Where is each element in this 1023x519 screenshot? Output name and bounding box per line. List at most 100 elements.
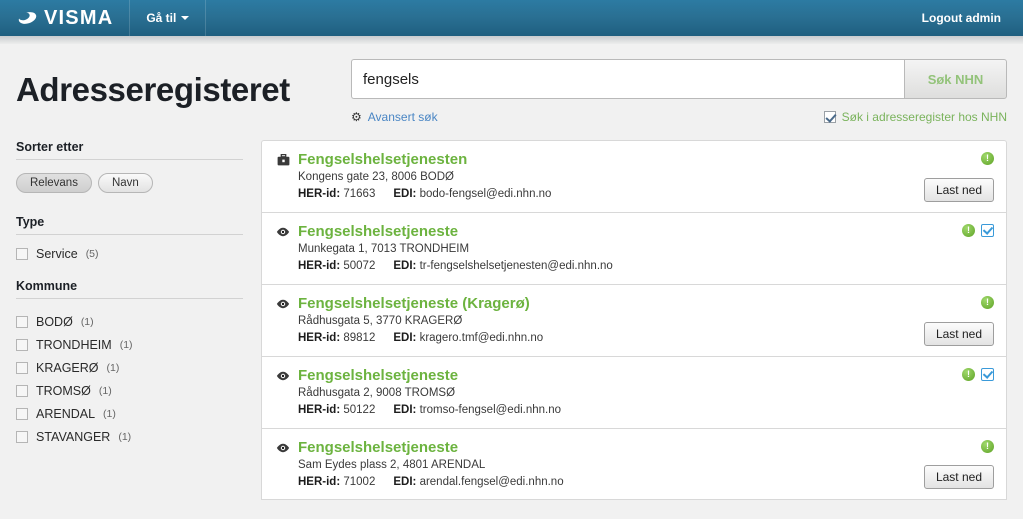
result-title-row: Fengselshelsetjenesten (276, 151, 992, 168)
result-meta: HER-id: 71002 EDI: arendal.fengsel@edi.n… (298, 476, 992, 488)
visma-logo[interactable]: VISMA (0, 0, 131, 36)
result-address: Rådhusgata 5, 3770 KRAGERØ (298, 315, 463, 327)
result-card[interactable]: Fengselshelsetjeneste Rådhusgata 2, 9008… (261, 356, 1007, 428)
edi-value: arendal.fengsel@edi.nhn.no (419, 476, 564, 488)
result-meta: HER-id: 50122 EDI: tromso-fengsel@edi.nh… (298, 404, 992, 416)
result-title-link[interactable]: Fengselshelsetjeneste (Kragerø) (298, 295, 530, 312)
type-facet-list: Service (5) (16, 247, 243, 261)
eye-icon (276, 297, 290, 311)
edi-label: EDI: (393, 332, 417, 344)
warning-badge-icon: ! (962, 368, 975, 381)
warning-badge-icon: ! (981, 296, 994, 309)
result-card[interactable]: Fengselshelsetjeneste (Kragerø) Rådhusga… (261, 284, 1007, 356)
visma-swoosh-icon (18, 10, 37, 26)
result-badges: ! (981, 440, 994, 453)
checkbox-icon (16, 362, 28, 374)
facet-item-arendal[interactable]: ARENDAL (1) (16, 407, 243, 421)
eye-icon (276, 225, 290, 239)
her-id-value: 71663 (343, 188, 376, 200)
checkbox-icon (16, 248, 28, 260)
result-address: Munkegata 1, 7013 TRONDHEIM (298, 243, 470, 255)
search-results-list: Fengselshelsetjenesten Kongens gate 23, … (261, 140, 1007, 500)
result-title-row: Fengselshelsetjeneste (276, 367, 992, 384)
result-title-link[interactable]: Fengselshelsetjeneste (298, 223, 458, 240)
logout-button[interactable]: Logout admin (900, 11, 1023, 25)
sort-options: Relevans Navn (16, 173, 243, 193)
visma-wordmark: VISMA (44, 7, 114, 29)
her-id-value: 50072 (343, 260, 376, 272)
result-address: Kongens gate 23, 8006 BODØ (298, 171, 454, 183)
result-meta: HER-id: 89812 EDI: kragero.tmf@edi.nhn.n… (298, 332, 992, 344)
edi-label: EDI: (393, 260, 417, 272)
edi-label: EDI: (393, 188, 417, 200)
facet-label: TROMSØ (36, 384, 91, 398)
warning-badge-icon: ! (981, 440, 994, 453)
edi-label: EDI: (393, 476, 417, 488)
facet-item-kragero[interactable]: KRAGERØ (1) (16, 361, 243, 375)
facet-item-tromso[interactable]: TROMSØ (1) (16, 384, 243, 398)
result-title-link[interactable]: Fengselshelsetjeneste (298, 367, 458, 384)
sort-option-navn[interactable]: Navn (97, 173, 153, 193)
edi-value: kragero.tmf@edi.nhn.no (419, 332, 544, 344)
kommune-section-title: Kommune (16, 279, 243, 299)
search-nhn-button[interactable]: Søk NHN (904, 59, 1007, 99)
facet-label: KRAGERØ (36, 361, 99, 375)
facet-item-service[interactable]: Service (5) (16, 247, 243, 261)
eye-icon (276, 441, 290, 455)
result-badges: ! (981, 296, 994, 309)
facet-item-stavanger[interactable]: STAVANGER (1) (16, 430, 243, 444)
facet-label: ARENDAL (36, 407, 96, 421)
her-id-value: 89812 (343, 332, 376, 344)
facet-count: (1) (118, 431, 132, 443)
result-title-row: Fengselshelsetjeneste (276, 223, 992, 240)
result-title-row: Fengselshelsetjeneste (276, 439, 992, 456)
verified-check-badge-icon (981, 368, 994, 381)
header-row: Adresseregisteret Søk NHN ⚙ Avansert søk… (16, 37, 1007, 126)
content-area: Sorter etter Relevans Navn Type Service … (16, 140, 1007, 500)
her-id-value: 71002 (343, 476, 376, 488)
facet-item-trondheim[interactable]: TRONDHEIM (1) (16, 338, 243, 352)
download-button[interactable]: Last ned (923, 322, 994, 346)
edi-value: tromso-fengsel@edi.nhn.no (419, 404, 562, 416)
download-button[interactable]: Last ned (923, 178, 994, 202)
her-id-value: 50122 (343, 404, 376, 416)
facet-item-bodo[interactable]: BODØ (1) (16, 315, 243, 329)
advanced-search-label: Avansert søk (367, 110, 438, 124)
sort-section-title: Sorter etter (16, 140, 243, 160)
result-card[interactable]: Fengselshelsetjenesten Kongens gate 23, … (261, 140, 1007, 212)
result-title-link[interactable]: Fengselshelsetjenesten (298, 151, 467, 168)
warning-badge-icon: ! (962, 224, 975, 237)
edi-value: bodo-fengsel@edi.nhn.no (419, 188, 552, 200)
page-body: Adresseregisteret Søk NHN ⚙ Avansert søk… (0, 37, 1023, 500)
download-button[interactable]: Last ned (923, 465, 994, 489)
facet-count: (5) (85, 248, 99, 260)
advanced-search-link[interactable]: ⚙ Avansert søk (351, 110, 438, 124)
result-title-row: Fengselshelsetjeneste (Kragerø) (276, 295, 992, 312)
facet-count: (1) (80, 316, 94, 328)
search-nhn-register-checkbox[interactable]: Søk i adresseregister hos NHN (823, 110, 1007, 124)
result-badges: ! (962, 368, 994, 381)
facet-label: Service (36, 247, 78, 261)
search-input[interactable] (351, 59, 904, 99)
result-address: Sam Eydes plass 2, 4801 ARENDAL (298, 459, 486, 471)
page-title: Adresseregisteret (16, 71, 290, 108)
gear-icon: ⚙ (351, 110, 362, 124)
her-id-label: HER-id: (298, 260, 341, 272)
sort-option-relevans[interactable]: Relevans (16, 173, 92, 193)
facet-label: TRONDHEIM (36, 338, 112, 352)
search-nhn-register-label: Søk i adresseregister hos NHN (841, 110, 1007, 124)
checkbox-checked-icon (823, 111, 836, 123)
goto-menu-label: Gå til (146, 11, 177, 25)
checkbox-icon (16, 408, 28, 420)
goto-menu[interactable]: Gå til (130, 0, 207, 36)
facet-sidebar: Sorter etter Relevans Navn Type Service … (16, 140, 261, 500)
top-navigation-bar: VISMA Gå til Logout admin (0, 0, 1023, 44)
facet-count: (1) (106, 362, 120, 374)
search-options-row: ⚙ Avansert søk Søk i adresseregister hos… (351, 108, 1007, 126)
warning-badge-icon: ! (981, 152, 994, 165)
result-card[interactable]: Fengselshelsetjeneste Sam Eydes plass 2,… (261, 428, 1007, 500)
result-title-link[interactable]: Fengselshelsetjeneste (298, 439, 458, 456)
result-card[interactable]: Fengselshelsetjeneste Munkegata 1, 7013 … (261, 212, 1007, 284)
result-badges: ! (962, 224, 994, 237)
edi-label: EDI: (393, 404, 417, 416)
